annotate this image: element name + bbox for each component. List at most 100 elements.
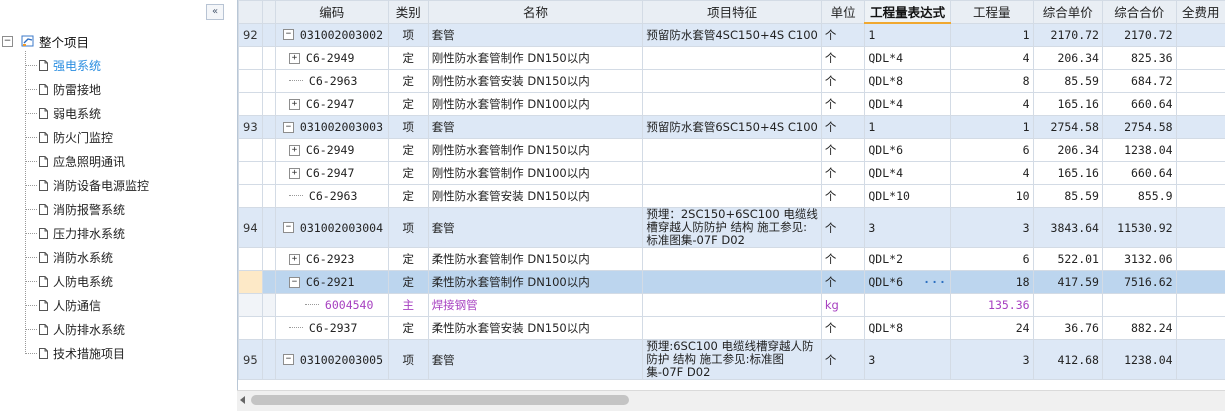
unit-price-cell[interactable]: 3843.64 [1033,208,1102,248]
code-cell[interactable]: −031002003003 [275,116,388,139]
unit-price-cell[interactable]: 206.34 [1033,47,1102,70]
quantity-cell[interactable]: 8 [950,70,1033,93]
name-cell[interactable]: 焊接钢管 [428,294,643,317]
code-cell[interactable]: +C6-2949 [275,139,388,162]
type-cell[interactable]: 定 [388,93,428,116]
collapse-panel-button[interactable]: « [206,4,224,20]
tree-item[interactable]: 人防通信 [25,297,101,313]
row-expand-toggle[interactable]: + [289,168,300,179]
full-fee-cell[interactable] [1176,139,1225,162]
quantity-cell[interactable]: 6 [950,248,1033,271]
type-cell[interactable]: 定 [388,139,428,162]
total-price-cell[interactable]: 11530.92 [1102,208,1176,248]
tree-root-node[interactable]: − 整个项目 [2,33,89,49]
total-price-cell[interactable]: 1238.04 [1102,139,1176,162]
quota-row[interactable]: +C6-2923定柔性防水套管制作 DN150以内个QDL*26522.0131… [239,248,1225,271]
type-cell[interactable]: 项 [388,23,428,47]
name-cell[interactable]: 刚性防水套管安装 DN150以内 [428,70,643,93]
scroll-left-arrow-icon[interactable] [240,396,245,404]
total-price-cell[interactable]: 2170.72 [1102,23,1176,47]
expression-cell[interactable]: 1 [865,23,951,47]
quantity-cell[interactable]: 10 [950,185,1033,208]
expression-cell[interactable]: QDL*4 [865,162,951,185]
code-cell[interactable]: +C6-2923 [275,248,388,271]
code-cell[interactable]: −031002003004 [275,208,388,248]
code-cell[interactable]: C6-2963 [275,70,388,93]
quantity-cell[interactable]: 3 [950,340,1033,380]
col-header-quantity[interactable]: 工程量 [950,1,1033,24]
col-header-feature[interactable]: 项目特征 [643,1,821,24]
col-header-full-fee[interactable]: 全费用 [1176,1,1225,24]
total-price-cell[interactable]: 825.36 [1102,47,1176,70]
code-cell[interactable]: C6-2937 [275,317,388,340]
quantity-cell[interactable]: 18 [950,271,1033,294]
row-expand-toggle[interactable]: + [289,53,300,64]
col-header-total-price[interactable]: 综合合价 [1102,1,1176,24]
unit-cell[interactable]: 个 [821,208,865,248]
tree-item[interactable]: 防雷接地 [25,81,101,97]
total-price-cell[interactable]: 2754.58 [1102,116,1176,139]
unit-cell[interactable]: kg [821,294,865,317]
unit-price-cell[interactable]: 417.59 [1033,271,1102,294]
unit-price-cell[interactable]: 206.34 [1033,139,1102,162]
feature-cell[interactable]: 预埋：2SC150+6SC100 电缆线槽穿越人防防护 结构 施工参见:标准图集… [643,208,821,248]
tree-item[interactable]: 人防电系统 [25,273,113,289]
quota-row[interactable]: C6-2963定刚性防水套管安装 DN150以内个QDL*101085.5985… [239,185,1225,208]
col-header-unit-price[interactable]: 综合单价 [1033,1,1102,24]
tree-item[interactable]: 消防设备电源监控 [25,177,149,193]
feature-cell[interactable] [643,294,821,317]
unit-cell[interactable]: 个 [821,340,865,380]
quota-row[interactable]: C6-2963定刚性防水套管安装 DN150以内个QDL*8885.59684.… [239,70,1225,93]
expression-edit-button[interactable]: ··· [923,275,947,289]
full-fee-cell[interactable] [1176,93,1225,116]
feature-cell[interactable] [643,162,821,185]
horizontal-scrollbar[interactable] [237,390,1225,411]
full-fee-cell[interactable] [1176,271,1225,294]
feature-cell[interactable] [643,139,821,162]
bill-item-row[interactable]: 95−031002003005项套管预埋:6SC100 电缆线槽穿越人防防护 结… [239,340,1225,380]
bill-item-row[interactable]: 94−031002003004项套管预埋：2SC150+6SC100 电缆线槽穿… [239,208,1225,248]
quantity-cell[interactable]: 1 [950,116,1033,139]
quota-row[interactable]: −C6-2921定柔性防水套管制作 DN100以内个QDL*6···18417.… [239,271,1225,294]
expression-cell[interactable]: 3 [865,208,951,248]
code-cell[interactable]: +C6-2947 [275,162,388,185]
tree-item[interactable]: 技术措施项目 [25,345,125,361]
tree-item[interactable]: 强电系统 [25,57,101,73]
full-fee-cell[interactable] [1176,185,1225,208]
name-cell[interactable]: 刚性防水套管制作 DN150以内 [428,47,643,70]
full-fee-cell[interactable] [1176,116,1225,139]
name-cell[interactable]: 刚性防水套管安装 DN150以内 [428,185,643,208]
material-row[interactable]: 6004540主焊接钢管kg135.36 [239,294,1225,317]
feature-cell[interactable] [643,70,821,93]
total-price-cell[interactable]: 7516.62 [1102,271,1176,294]
type-cell[interactable]: 定 [388,162,428,185]
quantity-cell[interactable]: 4 [950,162,1033,185]
unit-price-cell[interactable]: 165.16 [1033,93,1102,116]
unit-price-cell[interactable]: 85.59 [1033,185,1102,208]
total-price-cell[interactable]: 3132.06 [1102,248,1176,271]
row-expand-toggle[interactable]: + [289,99,300,110]
full-fee-cell[interactable] [1176,317,1225,340]
row-expand-toggle[interactable]: − [283,29,294,40]
quota-row[interactable]: +C6-2947定刚性防水套管制作 DN100以内个QDL*44165.1666… [239,93,1225,116]
name-cell[interactable]: 套管 [428,23,643,47]
full-fee-cell[interactable] [1176,47,1225,70]
expression-cell[interactable]: QDL*6··· [865,271,951,294]
full-fee-cell[interactable] [1176,340,1225,380]
feature-cell[interactable]: 预留防水套管4SC150+4S C100 [643,23,821,47]
type-cell[interactable]: 定 [388,317,428,340]
type-cell[interactable]: 定 [388,271,428,294]
expression-cell[interactable] [865,294,951,317]
code-cell[interactable]: +C6-2949 [275,47,388,70]
unit-cell[interactable]: 个 [821,317,865,340]
type-cell[interactable]: 定 [388,248,428,271]
unit-price-cell[interactable]: 36.76 [1033,317,1102,340]
code-cell[interactable]: +C6-2947 [275,93,388,116]
bill-item-row[interactable]: 92−031002003002项套管预留防水套管4SC150+4S C100个1… [239,23,1225,47]
tree-item[interactable]: 人防排水系统 [25,321,125,337]
feature-cell[interactable] [643,248,821,271]
total-price-cell[interactable]: 855.9 [1102,185,1176,208]
code-cell[interactable]: −C6-2921 [275,271,388,294]
unit-price-cell[interactable]: 412.68 [1033,340,1102,380]
unit-cell[interactable]: 个 [821,93,865,116]
